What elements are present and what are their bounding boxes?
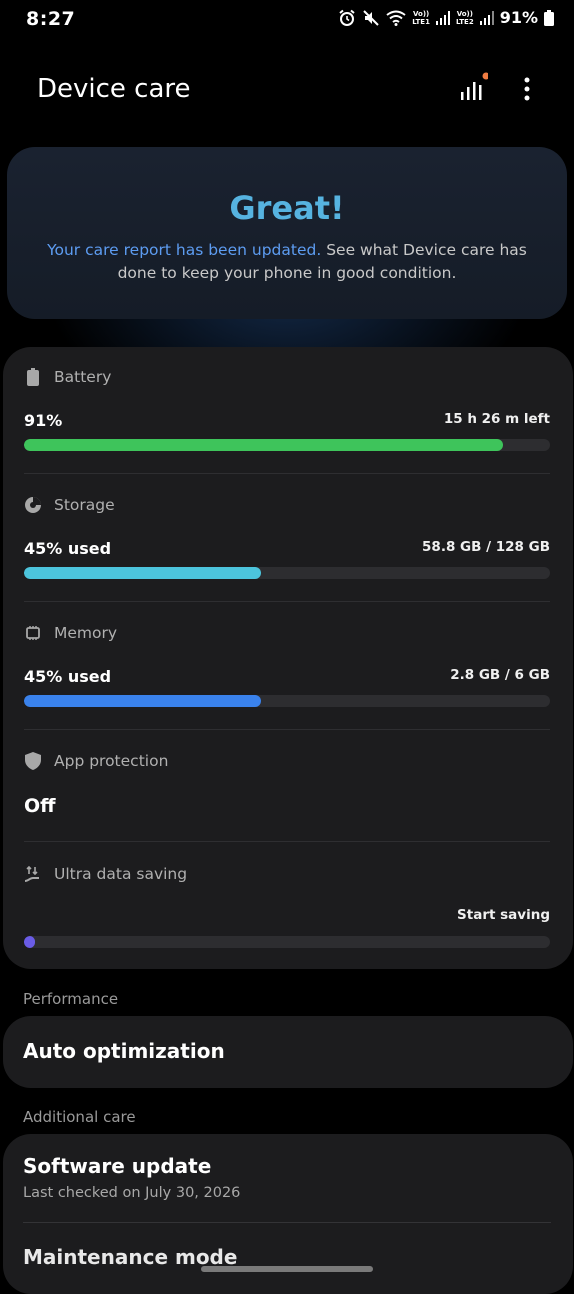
battery-progress-fill	[24, 439, 503, 451]
device-status-card: Battery 91% 15 h 26 m left Storage 45% u…	[3, 347, 573, 969]
memory-amount: 2.8 GB / 6 GB	[450, 667, 550, 683]
battery-progress-bar	[24, 439, 550, 451]
memory-used-value: 45% used	[24, 667, 112, 686]
battery-icon	[24, 368, 42, 386]
care-report-link[interactable]: Your care report has been updated.	[47, 241, 321, 259]
status-icons: Vo)) LTE1 Vo)) LTE2 91%	[338, 8, 554, 27]
signal-icon	[435, 10, 450, 25]
divider	[23, 1222, 551, 1223]
additional-care-section-label: Additional care	[23, 1108, 136, 1126]
sim1-network: Vo)) LTE1	[412, 9, 430, 26]
start-saving-link[interactable]: Start saving	[457, 907, 550, 923]
data-saving-icon	[24, 865, 42, 883]
battery-label: Battery	[54, 368, 112, 386]
performance-section-label: Performance	[23, 990, 119, 1008]
alarm-icon	[339, 9, 355, 26]
battery-icon	[544, 9, 554, 26]
memory-title: Memory	[24, 624, 117, 642]
storage-used-value: 45% used	[24, 539, 112, 558]
memory-progress-bar	[24, 695, 550, 707]
storage-pie-icon	[24, 496, 42, 514]
ultra-data-saving-label: Ultra data saving	[54, 865, 188, 883]
notification-dot	[482, 72, 488, 80]
auto-optimization-item[interactable]: Auto optimization	[3, 1016, 573, 1088]
memory-label: Memory	[54, 624, 118, 642]
divider	[24, 473, 550, 474]
battery-percent: 91%	[499, 8, 538, 27]
wifi-icon	[386, 10, 406, 26]
divider	[24, 841, 550, 842]
divider	[24, 601, 550, 602]
care-report-card[interactable]: Great! Your care report has been updated…	[7, 147, 567, 319]
data-saving-progress-fill	[24, 936, 35, 948]
storage-label: Storage	[54, 496, 115, 514]
storage-progress-bar	[24, 567, 550, 579]
data-saving-progress-bar	[24, 936, 550, 948]
storage-progress-fill	[24, 567, 261, 579]
memory-progress-fill	[24, 695, 261, 707]
shield-icon	[24, 752, 42, 770]
battery-title: Battery	[24, 368, 111, 386]
battery-percent-value: 91%	[24, 411, 63, 430]
storage-amount: 58.8 GB / 128 GB	[422, 539, 550, 555]
storage-title: Storage	[24, 496, 115, 514]
hero-title: Great!	[229, 189, 345, 227]
software-update-last-checked: Last checked on July 30, 2026	[23, 1185, 241, 1201]
status-time: 8:27	[26, 8, 76, 30]
divider	[24, 729, 550, 730]
auto-optimization-label: Auto optimization	[23, 1039, 225, 1063]
mute-icon	[363, 9, 379, 26]
app-protection-title: App protection	[24, 752, 168, 770]
app-protection-label: App protection	[54, 752, 169, 770]
memory-chip-icon	[24, 624, 42, 642]
status-bar: 8:27 Vo)) LTE1 Vo)) LTE2 91%	[0, 0, 574, 36]
sim2-network: Vo)) LTE2	[455, 9, 474, 26]
navigation-handle[interactable]	[201, 1266, 373, 1272]
software-update-label: Software update	[23, 1154, 212, 1178]
hero-message: Your care report has been updated. See w…	[37, 239, 537, 285]
battery-time-left: 15 h 26 m left	[443, 411, 550, 427]
ultra-data-saving-title: Ultra data saving	[24, 865, 187, 883]
signal-icon	[479, 10, 494, 25]
app-protection-status: Off	[24, 795, 56, 817]
